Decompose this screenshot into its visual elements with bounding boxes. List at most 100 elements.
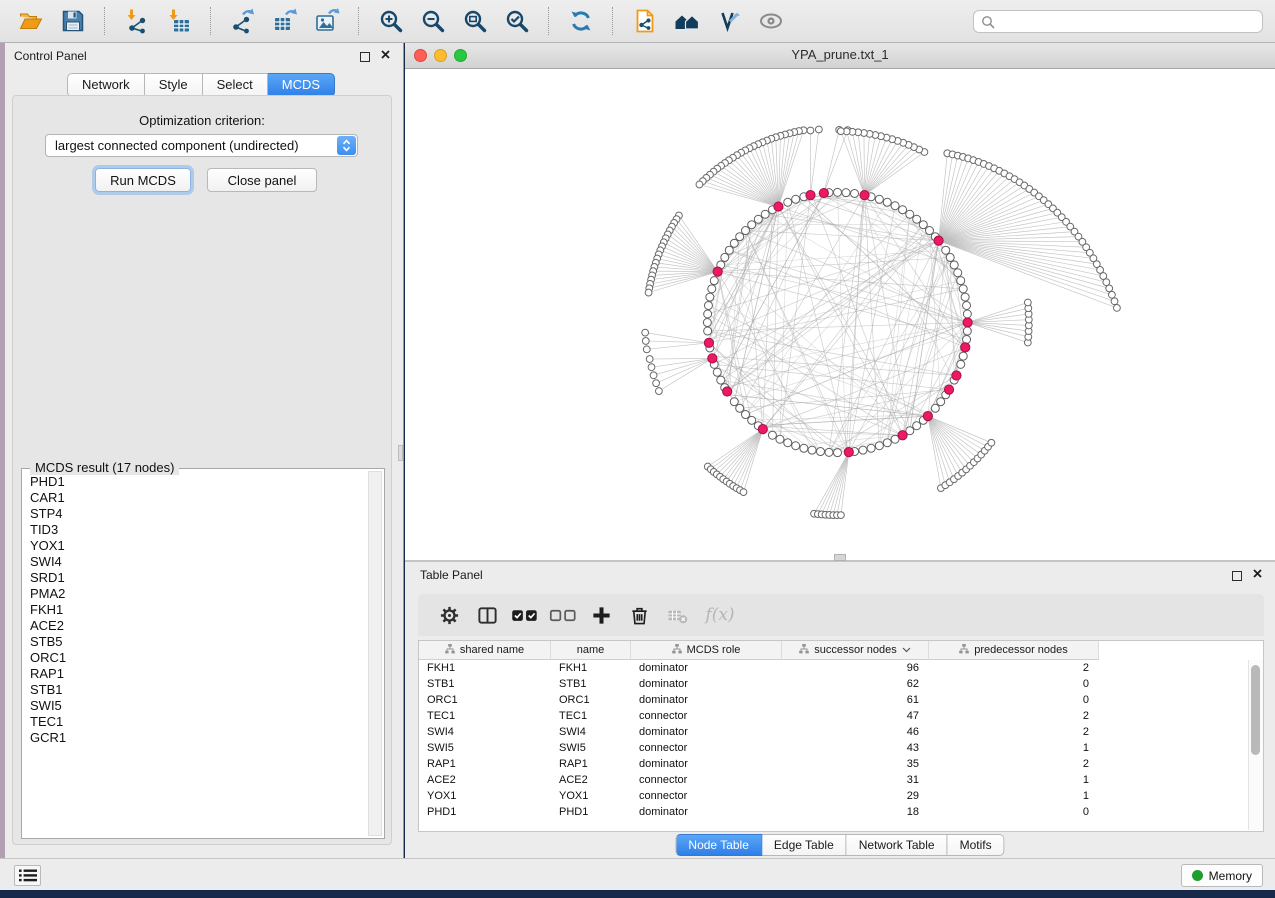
close-panel-icon[interactable]: [381, 50, 390, 59]
save-session-button[interactable]: [56, 4, 90, 38]
column-header-shared-name[interactable]: shared name: [419, 641, 551, 660]
result-node[interactable]: STB1: [30, 682, 365, 698]
select-all-button[interactable]: [510, 600, 540, 630]
result-node[interactable]: SWI4: [30, 554, 365, 570]
cell-shared-name: YOX1: [419, 790, 551, 802]
float-panel-icon[interactable]: [360, 52, 370, 62]
tab-mcds[interactable]: MCDS: [268, 73, 335, 97]
refresh-view-button[interactable]: [564, 4, 598, 38]
tab-select[interactable]: Select: [203, 73, 268, 97]
table-row[interactable]: RAP1RAP1dominator352: [419, 756, 1247, 772]
mcds-result-group: MCDS result (17 nodes) PHD1CAR1STP4TID3Y…: [21, 468, 385, 839]
tab-style[interactable]: Style: [145, 73, 203, 97]
memory-button[interactable]: Memory: [1181, 864, 1263, 887]
cell-MCDS-role: dominator: [631, 806, 782, 818]
cell-predecessor-nodes: 0: [929, 806, 1099, 818]
import-table-button[interactable]: [162, 4, 196, 38]
network-titlebar[interactable]: YPA_prune.txt_1: [405, 43, 1275, 69]
clear-table-button[interactable]: [662, 600, 692, 630]
namespace-icon: [445, 644, 455, 657]
show-hide-panels-button[interactable]: [670, 4, 704, 38]
result-node[interactable]: CAR1: [30, 490, 365, 506]
result-node[interactable]: YOX1: [30, 538, 365, 554]
column-header-MCDS-role[interactable]: MCDS role: [631, 641, 782, 660]
table-row[interactable]: ACE2ACE2connector311: [419, 772, 1247, 788]
graphics-details-button[interactable]: [754, 4, 788, 38]
cell-name: RAP1: [551, 758, 631, 770]
table-row[interactable]: FKH1FKH1dominator962: [419, 660, 1247, 676]
table-scrollbar-thumb[interactable]: [1251, 665, 1260, 755]
open-session-button[interactable]: [14, 4, 48, 38]
zoom-fit-icon: [462, 8, 488, 34]
run-mcds-button[interactable]: Run MCDS: [95, 168, 191, 192]
table-row[interactable]: PHD1PHD1dominator180: [419, 804, 1247, 820]
result-node[interactable]: FKH1: [30, 602, 365, 618]
tab-network-table[interactable]: Network Table: [847, 834, 948, 856]
table-row[interactable]: SWI4SWI4dominator462: [419, 724, 1247, 740]
vertical-divider-grip[interactable]: [398, 445, 403, 461]
result-node[interactable]: RAP1: [30, 666, 365, 682]
toolbar-separator: [612, 7, 614, 35]
mcds-result-list: PHD1CAR1STP4TID3YOX1SWI4SRD1PMA2FKH1ACE2…: [23, 472, 365, 836]
result-node[interactable]: TEC1: [30, 714, 365, 730]
table-scrollbar[interactable]: [1248, 660, 1263, 830]
column-header-successor-nodes[interactable]: successor nodes: [782, 641, 929, 660]
table-row[interactable]: SWI5SWI5connector431: [419, 740, 1247, 756]
result-scrollbar[interactable]: [368, 471, 382, 836]
result-node[interactable]: SRD1: [30, 570, 365, 586]
network-title: YPA_prune.txt_1: [405, 47, 1275, 62]
zoom-fit-button[interactable]: [458, 4, 492, 38]
result-node[interactable]: SWI5: [30, 698, 365, 714]
import-network-button[interactable]: [120, 4, 154, 38]
function-builder-button[interactable]: f(x): [700, 600, 740, 630]
network-canvas[interactable]: [405, 69, 1275, 562]
eye-icon: [758, 8, 784, 34]
result-node[interactable]: GCR1: [30, 730, 365, 746]
table-mode-button[interactable]: [434, 600, 464, 630]
cell-shared-name: ORC1: [419, 694, 551, 706]
zoom-in-button[interactable]: [374, 4, 408, 38]
result-node[interactable]: ORC1: [30, 650, 365, 666]
tab-network[interactable]: Network: [67, 73, 145, 97]
result-node[interactable]: PMA2: [30, 586, 365, 602]
show-columns-button[interactable]: [472, 600, 502, 630]
new-column-button[interactable]: [586, 600, 616, 630]
table-row[interactable]: STB1STB1dominator620: [419, 676, 1247, 692]
zoom-selected-icon: [504, 8, 530, 34]
zoom-selected-button[interactable]: [500, 4, 534, 38]
column-header-name[interactable]: name: [551, 641, 631, 660]
optimization-criterion-dropdown[interactable]: largest connected component (undirected): [45, 134, 358, 157]
float-table-panel-icon[interactable]: [1232, 571, 1242, 581]
task-history-button[interactable]: [14, 865, 41, 886]
cell-name: YOX1: [551, 790, 631, 802]
column-header-predecessor-nodes[interactable]: predecessor nodes: [929, 641, 1099, 660]
apply-visual-style-button[interactable]: [712, 4, 746, 38]
horizontal-divider-grip[interactable]: [834, 554, 846, 561]
zoom-out-button[interactable]: [416, 4, 450, 38]
optimization-criterion-label: Optimization criterion:: [13, 113, 391, 128]
table-row[interactable]: TEC1TEC1connector472: [419, 708, 1247, 724]
export-network-button[interactable]: [226, 4, 260, 38]
result-node[interactable]: ACE2: [30, 618, 365, 634]
close-table-panel-icon[interactable]: [1253, 569, 1262, 578]
result-node[interactable]: TID3: [30, 522, 365, 538]
close-panel-button[interactable]: Close panel: [207, 168, 317, 192]
node-table: shared namenameMCDS rolesuccessor nodesp…: [418, 640, 1264, 832]
table-row[interactable]: ORC1ORC1dominator610: [419, 692, 1247, 708]
cell-shared-name: SWI5: [419, 742, 551, 754]
tab-edge-table[interactable]: Edge Table: [762, 834, 847, 856]
main-toolbar: [0, 0, 1275, 43]
tab-motifs[interactable]: Motifs: [948, 834, 1005, 856]
result-node[interactable]: STP4: [30, 506, 365, 522]
export-image-button[interactable]: [310, 4, 344, 38]
export-table-button[interactable]: [268, 4, 302, 38]
result-node[interactable]: PHD1: [30, 474, 365, 490]
table-row[interactable]: YOX1YOX1connector291: [419, 788, 1247, 804]
result-node[interactable]: STB5: [30, 634, 365, 650]
delete-columns-button[interactable]: [624, 600, 654, 630]
search-input[interactable]: [1000, 14, 1262, 30]
cell-predecessor-nodes: 2: [929, 710, 1099, 722]
tab-node-table[interactable]: Node Table: [675, 834, 762, 856]
deselect-all-button[interactable]: [548, 600, 578, 630]
new-network-from-selection-button[interactable]: [628, 4, 662, 38]
